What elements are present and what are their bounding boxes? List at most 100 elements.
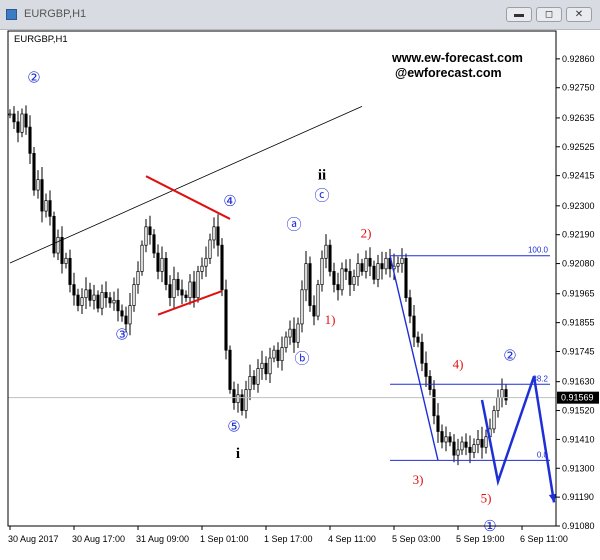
candle-body — [28, 126, 32, 154]
wave-label: ⑤ — [227, 419, 240, 436]
candle-body — [132, 284, 136, 306]
price-chart[interactable]: 100.038.20.0 ②③④⑤iⓐⓑiiⓒ2)1)3)4)5)①② 0.92… — [0, 30, 600, 560]
candle-body — [44, 200, 48, 212]
wave-label: ⓐ — [286, 216, 301, 233]
candle-body — [236, 394, 240, 404]
candle-body — [340, 268, 344, 291]
candle-body — [280, 347, 284, 362]
candle-body — [152, 234, 156, 254]
projection-path — [480, 376, 556, 503]
x-tick-label: 1 Sep 17:00 — [264, 534, 313, 544]
candle-body — [400, 257, 404, 264]
candle-body — [472, 444, 476, 453]
candle-body — [312, 305, 316, 317]
candle-body — [140, 244, 144, 272]
candle-body — [476, 439, 480, 445]
candle-body — [192, 281, 196, 299]
candle-body — [372, 265, 376, 280]
candle-body — [196, 271, 200, 299]
candle-body — [36, 179, 40, 191]
candle-body — [160, 257, 164, 272]
wave-label: i — [236, 446, 240, 462]
wave-label: 3) — [413, 472, 424, 487]
wave-label: 1) — [325, 312, 336, 327]
candle-body — [72, 284, 76, 296]
y-tick-label: 0.91080 — [562, 521, 595, 531]
candle-body — [96, 294, 100, 309]
minimize-button[interactable]: ▬ — [506, 7, 532, 22]
x-tick-label: 1 Sep 01:00 — [200, 534, 249, 544]
candle-body — [204, 257, 208, 267]
candle-body — [356, 263, 360, 278]
candle-body — [200, 265, 204, 272]
candle-body — [500, 389, 504, 398]
candle-body — [352, 276, 356, 285]
candle-body — [456, 449, 460, 456]
candle-body — [460, 441, 464, 451]
candle-body — [292, 328, 296, 343]
window-titlebar: EURGBP,H1 ▬ ◻ ✕ — [0, 0, 600, 30]
wave-label: ② — [503, 348, 516, 365]
wave-label: ① — [483, 518, 496, 535]
candle-body — [68, 257, 72, 285]
candle-body — [480, 439, 484, 448]
candle-body — [464, 441, 468, 448]
y-tick-label: 0.91965 — [562, 289, 595, 299]
candle-body — [16, 121, 20, 133]
x-tick-label: 4 Sep 11:00 — [328, 534, 376, 544]
wave-label: 5) — [481, 490, 492, 505]
candle-body — [48, 200, 52, 217]
y-tick-label: 0.92635 — [562, 113, 595, 123]
candle-body — [272, 349, 276, 359]
candle-body — [308, 263, 312, 306]
candle-body — [324, 244, 328, 259]
candle-body — [156, 252, 160, 272]
candle-body — [252, 376, 256, 385]
candle-body — [88, 289, 92, 301]
fib-diagonal — [389, 255, 439, 461]
x-tick-label: 5 Sep 19:00 — [456, 534, 505, 544]
y-tick-label: 0.91855 — [562, 318, 595, 328]
wave-label: ④ — [223, 193, 236, 210]
candle-body — [304, 263, 308, 291]
candle-body — [408, 297, 412, 317]
candle-body — [428, 376, 432, 390]
candle-body — [92, 294, 96, 301]
candle-body — [12, 113, 16, 123]
candle-body — [120, 310, 124, 317]
y-tick-label: 0.92860 — [562, 54, 595, 64]
candle-body — [452, 441, 456, 456]
candle-body — [188, 281, 192, 299]
x-tick-label: 5 Sep 03:00 — [392, 534, 441, 544]
candle-body — [228, 349, 232, 390]
wave-label: 4) — [453, 357, 464, 372]
close-button[interactable]: ✕ — [566, 7, 592, 22]
site-url[interactable]: www.ew-forecast.com — [391, 51, 523, 65]
y-tick-label: 0.92190 — [562, 230, 595, 240]
candle-body — [240, 394, 244, 411]
candle-body — [276, 349, 280, 362]
current-price-label: 0.91569 — [561, 393, 594, 403]
candle-body — [24, 113, 28, 128]
axes-layer: 0.92860 0.92750 0.92635 0.92525 0.92415 0.923… — [7, 30, 599, 544]
wave-label: ⓒ — [314, 188, 329, 205]
candle-body — [84, 289, 88, 299]
candle-body — [56, 236, 60, 254]
candle-body — [116, 299, 120, 312]
wave-label: ⓑ — [294, 350, 309, 367]
candle-body — [52, 215, 56, 254]
candle-body — [448, 436, 452, 443]
y-tick-label: 0.91410 — [562, 434, 595, 444]
chart-area[interactable]: 100.0 38.2 0.0 ② ③ ④ ⑤ i ⓐ ⓑ ii ⓒ 2) 1) 3) 4) 5) ① ② 0.92… — [0, 30, 600, 560]
x-tick-label: 31 Aug 09:00 — [136, 534, 189, 544]
candle-body — [416, 336, 420, 343]
candle-body — [20, 113, 24, 133]
wave-label: 2) — [361, 225, 372, 240]
restore-button[interactable]: ◻ — [536, 7, 562, 22]
candle-body — [316, 284, 320, 317]
candle-body — [112, 299, 116, 304]
y-tick-label: 0.91745 — [562, 346, 595, 356]
triangle-upper-line — [145, 175, 231, 220]
candle-body — [296, 323, 300, 343]
y-tick-label: 0.91190 — [562, 492, 594, 502]
